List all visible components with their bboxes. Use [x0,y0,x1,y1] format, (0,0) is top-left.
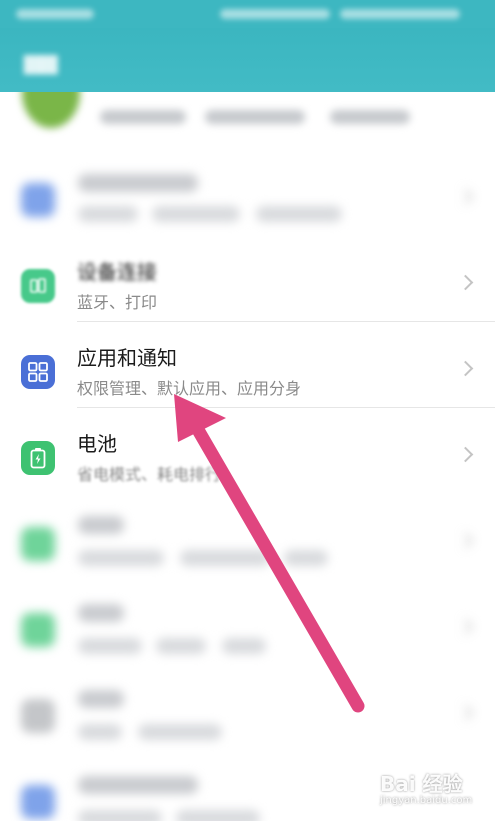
settings-item-icon [21,613,55,647]
status-icons-blur [220,9,330,19]
settings-item-icon [21,183,55,217]
settings-item-subtitle: 省电模式、耗电排行 [77,465,222,484]
settings-list: 设备连接 蓝牙、打印 应用和通知 权限管理、默认应用、应用分身 电池 省电模式、… [0,150,495,821]
chevron-right-icon [457,446,474,463]
settings-item-icon [21,527,55,561]
chevron-right-icon [457,274,474,291]
avatar [22,92,80,128]
watermark: Bai 经验 jingyan.baidu.com [378,768,488,816]
settings-item-icon [21,785,55,819]
settings-item-blurred[interactable] [0,580,495,666]
device-connection-icon [21,269,55,303]
watermark-url: jingyan.baidu.com [380,795,473,806]
status-time-blur [16,9,94,19]
watermark-logo: Bai 经验 [380,772,463,796]
status-battery-blur [340,9,460,19]
account-info-blur [100,110,186,124]
settings-item-title: 电池 [77,432,117,456]
settings-item-title: 设备连接 [77,260,157,284]
page-title-blurred: ▆▆ [24,50,58,75]
settings-item-title: 应用和通知 [77,346,177,370]
settings-item-subtitle: 蓝牙、打印 [77,293,158,312]
battery-icon [21,441,55,475]
settings-item-blurred[interactable] [0,150,495,236]
chevron-right-icon [457,360,474,377]
account-info-blur [330,110,410,124]
settings-item-icon [21,699,55,733]
apps-grid-icon [21,355,55,389]
account-info-blur [205,110,305,124]
settings-header: ▆▆ [0,28,495,100]
account-card[interactable] [0,92,495,150]
settings-item-apps-notifications[interactable]: 应用和通知 权限管理、默认应用、应用分身 [0,322,495,408]
settings-item-subtitle: 权限管理、默认应用、应用分身 [77,379,302,398]
status-bar [0,0,495,28]
settings-item-blurred[interactable] [0,666,495,752]
settings-item-device-connection[interactable]: 设备连接 蓝牙、打印 [0,236,495,322]
settings-item-battery[interactable]: 电池 省电模式、耗电排行 [0,408,495,494]
settings-item-blurred[interactable] [0,494,495,580]
